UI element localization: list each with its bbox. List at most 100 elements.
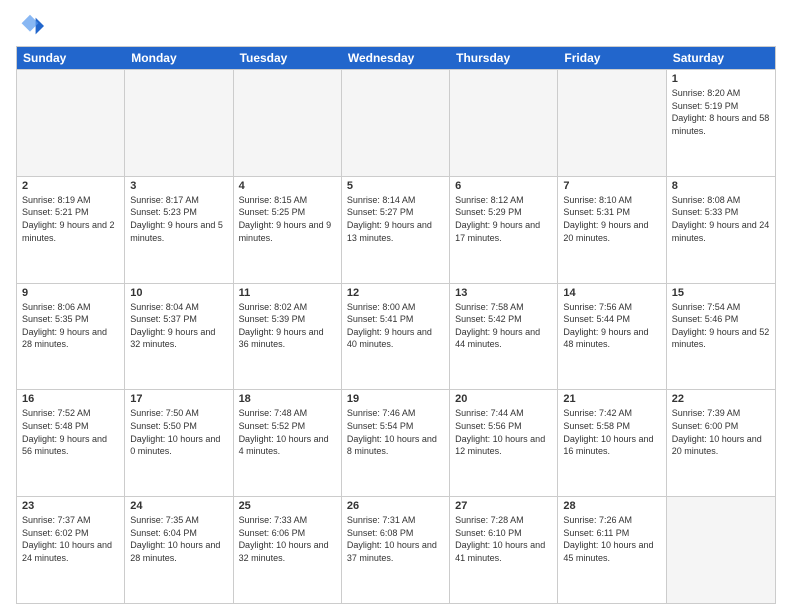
cell-date: 11 [239,287,336,299]
cell-date: 17 [130,393,227,405]
cell-info: Sunrise: 7:37 AM Sunset: 6:02 PM Dayligh… [22,514,119,564]
cell-date: 24 [130,500,227,512]
cell-date: 1 [672,73,770,85]
cell-date: 26 [347,500,444,512]
calendar-cell: 6 Sunrise: 8:12 AM Sunset: 5:29 PM Daylig… [450,177,558,283]
cell-info: Sunrise: 7:54 AM Sunset: 5:46 PM Dayligh… [672,301,770,351]
calendar-cell: 17 Sunrise: 7:50 AM Sunset: 5:50 PM Dayli… [125,390,233,496]
cell-date: 7 [563,180,660,192]
cell-info: Sunrise: 7:26 AM Sunset: 6:11 PM Dayligh… [563,514,660,564]
calendar-cell: 14 Sunrise: 7:56 AM Sunset: 5:44 PM Dayli… [558,284,666,390]
cell-date: 4 [239,180,336,192]
calendar-cell: 21 Sunrise: 7:42 AM Sunset: 5:58 PM Dayli… [558,390,666,496]
calendar-cell: 16 Sunrise: 7:52 AM Sunset: 5:48 PM Dayli… [17,390,125,496]
calendar-cell [17,70,125,176]
cell-info: Sunrise: 8:04 AM Sunset: 5:37 PM Dayligh… [130,301,227,351]
calendar-cell: 25 Sunrise: 7:33 AM Sunset: 6:06 PM Dayli… [234,497,342,603]
calendar-cell: 20 Sunrise: 7:44 AM Sunset: 5:56 PM Dayli… [450,390,558,496]
calendar-cell [234,70,342,176]
cell-info: Sunrise: 7:50 AM Sunset: 5:50 PM Dayligh… [130,407,227,457]
calendar-page: SundayMondayTuesdayWednesdayThursdayFrid… [0,0,792,612]
calendar-cell: 23 Sunrise: 7:37 AM Sunset: 6:02 PM Dayli… [17,497,125,603]
cell-date: 18 [239,393,336,405]
cell-info: Sunrise: 7:58 AM Sunset: 5:42 PM Dayligh… [455,301,552,351]
day-header-thursday: Thursday [450,47,558,69]
calendar-cell: 5Sunrise: 8:14 AM Sunset: 5:27 PM Daylig… [342,177,450,283]
cell-date: 3 [130,180,227,192]
cell-date: 27 [455,500,552,512]
cell-date: 19 [347,393,444,405]
calendar-row: 9 Sunrise: 8:06 AM Sunset: 5:35 PM Daylig… [17,283,775,390]
cell-date: 23 [22,500,119,512]
calendar-cell: 26 Sunrise: 7:31 AM Sunset: 6:08 PM Dayli… [342,497,450,603]
day-headers: SundayMondayTuesdayWednesdayThursdayFrid… [17,47,775,69]
calendar-cell [342,70,450,176]
cell-date: 10 [130,287,227,299]
calendar-cell: 1 Sunrise: 8:20 AM Sunset: 5:19 PM Daylig… [667,70,775,176]
cell-info: Sunrise: 8:17 AM Sunset: 5:23 PM Dayligh… [130,194,227,244]
calendar-cell [125,70,233,176]
calendar-cell: 4Sunrise: 8:15 AM Sunset: 5:25 PM Daylig… [234,177,342,283]
cell-info: Sunrise: 8:08 AM Sunset: 5:33 PM Dayligh… [672,194,770,244]
cell-date: 13 [455,287,552,299]
calendar-row: 2 Sunrise: 8:19 AM Sunset: 5:21 PM Daylig… [17,176,775,283]
calendar-cell: 28 Sunrise: 7:26 AM Sunset: 6:11 PM Dayli… [558,497,666,603]
day-header-tuesday: Tuesday [234,47,342,69]
cell-info: Sunrise: 7:39 AM Sunset: 6:00 PM Dayligh… [672,407,770,457]
day-header-saturday: Saturday [667,47,775,69]
calendar-cell: 24Sunrise: 7:35 AM Sunset: 6:04 PM Dayli… [125,497,233,603]
day-header-wednesday: Wednesday [342,47,450,69]
calendar-cell: 18 Sunrise: 7:48 AM Sunset: 5:52 PM Dayli… [234,390,342,496]
calendar-cell: 22Sunrise: 7:39 AM Sunset: 6:00 PM Dayli… [667,390,775,496]
calendar-cell: 15 Sunrise: 7:54 AM Sunset: 5:46 PM Dayli… [667,284,775,390]
calendar-cell [450,70,558,176]
calendar-cell [558,70,666,176]
cell-date: 14 [563,287,660,299]
cell-info: Sunrise: 7:56 AM Sunset: 5:44 PM Dayligh… [563,301,660,351]
calendar-row: 16 Sunrise: 7:52 AM Sunset: 5:48 PM Dayli… [17,389,775,496]
calendar-cell: 7 Sunrise: 8:10 AM Sunset: 5:31 PM Daylig… [558,177,666,283]
header [16,12,776,40]
cell-info: Sunrise: 8:14 AM Sunset: 5:27 PM Dayligh… [347,194,444,244]
cell-date: 9 [22,287,119,299]
cell-info: Sunrise: 8:00 AM Sunset: 5:41 PM Dayligh… [347,301,444,351]
cell-date: 2 [22,180,119,192]
cell-info: Sunrise: 7:31 AM Sunset: 6:08 PM Dayligh… [347,514,444,564]
calendar-cell: 13 Sunrise: 7:58 AM Sunset: 5:42 PM Dayli… [450,284,558,390]
cell-date: 21 [563,393,660,405]
calendar: SundayMondayTuesdayWednesdayThursdayFrid… [16,46,776,604]
cell-info: Sunrise: 7:42 AM Sunset: 5:58 PM Dayligh… [563,407,660,457]
calendar-cell: 11 Sunrise: 8:02 AM Sunset: 5:39 PM Dayli… [234,284,342,390]
cell-info: Sunrise: 8:06 AM Sunset: 5:35 PM Dayligh… [22,301,119,351]
cell-date: 15 [672,287,770,299]
cell-date: 12 [347,287,444,299]
day-header-friday: Friday [558,47,666,69]
calendar-cell: 10 Sunrise: 8:04 AM Sunset: 5:37 PM Dayli… [125,284,233,390]
cell-info: Sunrise: 8:12 AM Sunset: 5:29 PM Dayligh… [455,194,552,244]
cell-info: Sunrise: 7:48 AM Sunset: 5:52 PM Dayligh… [239,407,336,457]
cell-info: Sunrise: 7:52 AM Sunset: 5:48 PM Dayligh… [22,407,119,457]
cell-date: 25 [239,500,336,512]
calendar-row: 1 Sunrise: 8:20 AM Sunset: 5:19 PM Daylig… [17,69,775,176]
cell-date: 16 [22,393,119,405]
calendar-body: 1 Sunrise: 8:20 AM Sunset: 5:19 PM Daylig… [17,69,775,603]
cell-date: 6 [455,180,552,192]
calendar-row: 23 Sunrise: 7:37 AM Sunset: 6:02 PM Dayli… [17,496,775,603]
cell-info: Sunrise: 8:20 AM Sunset: 5:19 PM Dayligh… [672,87,770,137]
calendar-cell: 27Sunrise: 7:28 AM Sunset: 6:10 PM Dayli… [450,497,558,603]
cell-info: Sunrise: 8:02 AM Sunset: 5:39 PM Dayligh… [239,301,336,351]
cell-info: Sunrise: 7:44 AM Sunset: 5:56 PM Dayligh… [455,407,552,457]
cell-date: 20 [455,393,552,405]
calendar-cell: 12 Sunrise: 8:00 AM Sunset: 5:41 PM Dayli… [342,284,450,390]
cell-info: Sunrise: 7:33 AM Sunset: 6:06 PM Dayligh… [239,514,336,564]
cell-info: Sunrise: 8:19 AM Sunset: 5:21 PM Dayligh… [22,194,119,244]
calendar-cell: 3 Sunrise: 8:17 AM Sunset: 5:23 PM Daylig… [125,177,233,283]
day-header-sunday: Sunday [17,47,125,69]
calendar-cell: 8 Sunrise: 8:08 AM Sunset: 5:33 PM Daylig… [667,177,775,283]
cell-info: Sunrise: 8:10 AM Sunset: 5:31 PM Dayligh… [563,194,660,244]
cell-date: 8 [672,180,770,192]
cell-date: 28 [563,500,660,512]
calendar-cell: 19Sunrise: 7:46 AM Sunset: 5:54 PM Dayli… [342,390,450,496]
calendar-cell [667,497,775,603]
calendar-cell: 9 Sunrise: 8:06 AM Sunset: 5:35 PM Daylig… [17,284,125,390]
